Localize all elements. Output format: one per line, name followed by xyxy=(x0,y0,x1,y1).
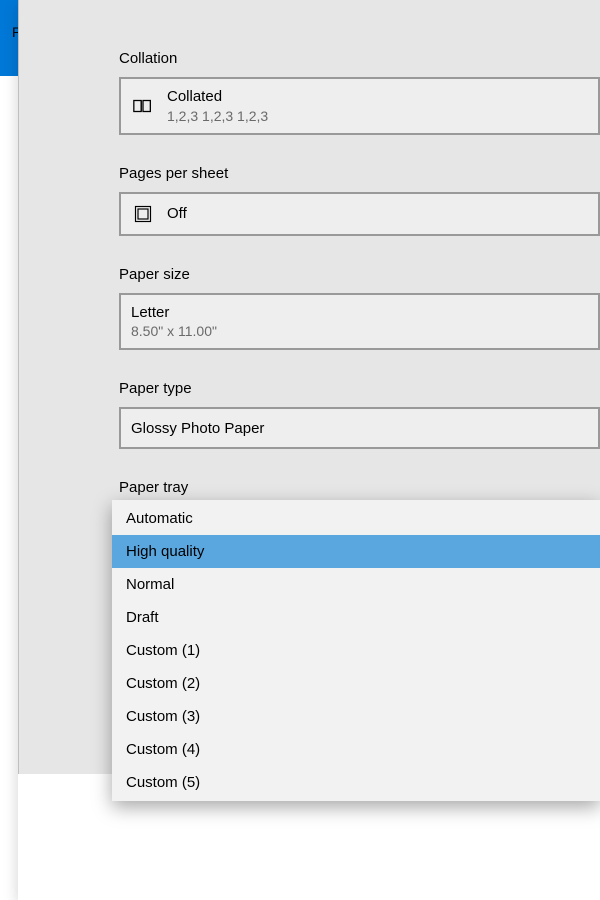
print-settings-content: Collation Collated 1,2,3 1,2,3 1,2,3 Pag… xyxy=(19,50,600,548)
collation-combobox[interactable]: Collated 1,2,3 1,2,3 1,2,3 xyxy=(119,77,600,135)
pages-per-sheet-label: Pages per sheet xyxy=(119,165,600,182)
paper-type-value: Glossy Photo Paper xyxy=(131,419,264,439)
collation-value-wrap: Collated 1,2,3 1,2,3 1,2,3 xyxy=(167,87,268,125)
collation-value: Collated xyxy=(167,87,268,107)
paper-type-label: Paper type xyxy=(119,380,600,397)
collation-section: Collation Collated 1,2,3 1,2,3 1,2,3 xyxy=(119,50,600,135)
pages-per-sheet-value: Off xyxy=(167,204,187,224)
pages-per-sheet-combobox[interactable]: Off xyxy=(119,192,600,236)
quality-option[interactable]: Custom (3) xyxy=(112,700,600,733)
paper-type-section: Paper type Glossy Photo Paper xyxy=(119,380,600,449)
paper-size-combobox[interactable]: Letter 8.50" x 11.00" xyxy=(119,293,600,351)
paper-size-value-wrap: Letter 8.50" x 11.00" xyxy=(131,303,217,341)
collation-subtext: 1,2,3 1,2,3 1,2,3 xyxy=(167,107,268,125)
quality-option[interactable]: High quality xyxy=(112,535,600,568)
pages-per-sheet-icon xyxy=(131,202,155,226)
paper-size-subtext: 8.50" x 11.00" xyxy=(131,322,217,340)
quality-option[interactable]: Custom (2) xyxy=(112,667,600,700)
quality-option[interactable]: Draft xyxy=(112,601,600,634)
quality-option[interactable]: Custom (1) xyxy=(112,634,600,667)
paper-size-label: Paper size xyxy=(119,266,600,283)
pages-per-sheet-section: Pages per sheet Off xyxy=(119,165,600,236)
collated-icon xyxy=(131,94,155,118)
quality-option[interactable]: Normal xyxy=(112,568,600,601)
paper-tray-label: Paper tray xyxy=(119,479,600,496)
quality-option[interactable]: Custom (5) xyxy=(112,766,600,799)
paper-type-combobox[interactable]: Glossy Photo Paper xyxy=(119,407,600,449)
quality-option[interactable]: Automatic xyxy=(112,502,600,535)
paper-size-section: Paper size Letter 8.50" x 11.00" xyxy=(119,266,600,351)
quality-option[interactable]: Custom (4) xyxy=(112,733,600,766)
paper-size-value: Letter xyxy=(131,303,217,323)
collation-label: Collation xyxy=(119,50,600,67)
output-quality-dropdown[interactable]: AutomaticHigh qualityNormalDraftCustom (… xyxy=(112,500,600,801)
